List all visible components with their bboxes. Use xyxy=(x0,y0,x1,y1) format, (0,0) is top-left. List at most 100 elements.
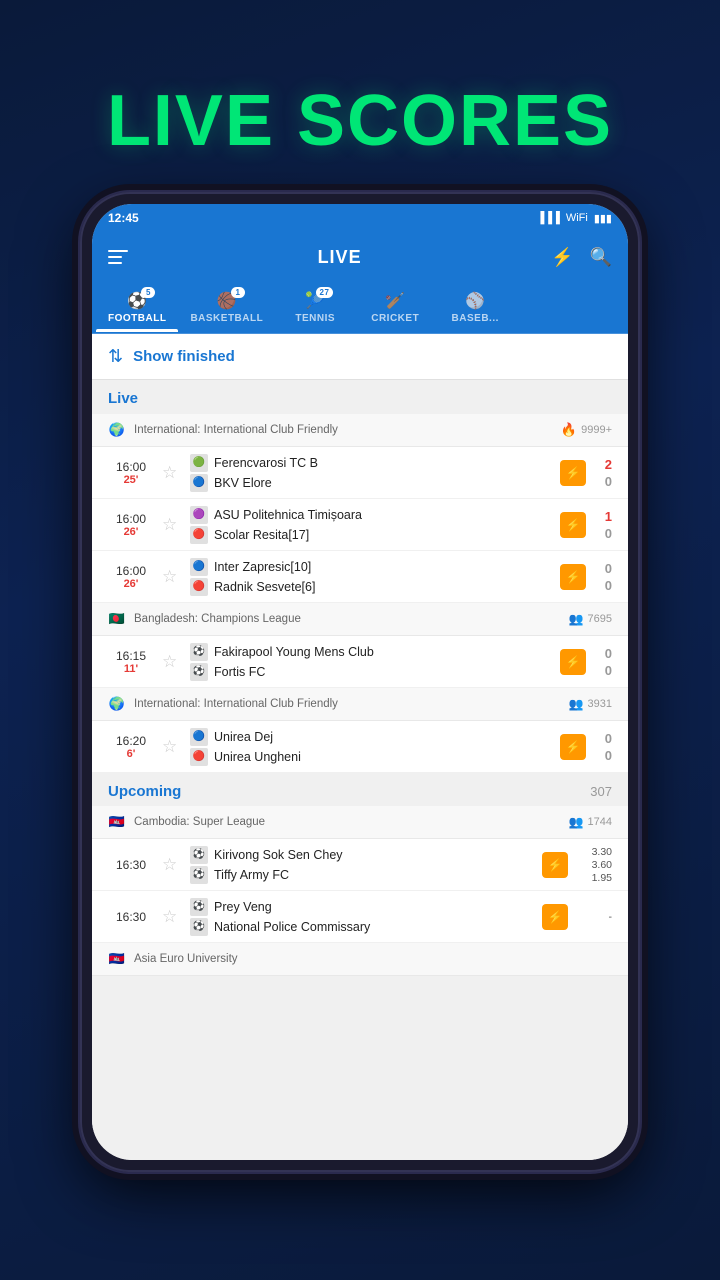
match-time: 16:00 26' xyxy=(108,564,154,590)
match-time: 16:15 11' xyxy=(108,649,154,675)
odds-button[interactable]: ⚡ xyxy=(542,904,568,930)
odds-button[interactable]: ⚡ xyxy=(542,852,568,878)
match-row[interactable]: 16:30 ☆ ⚽ Prey Veng ⚽ National Police Co… xyxy=(92,891,628,943)
league-info: 🇧🇩 Bangladesh: Champions League xyxy=(108,610,301,628)
league-info: 🇰🇭 Cambodia: Super League xyxy=(108,813,265,831)
sports-tabs: ⚽ 5 FOOTBALL 🏀 1 BASKETBALL 🎾 27 xyxy=(92,282,628,334)
team-name: Unirea Dej xyxy=(214,730,273,744)
match-row[interactable]: 16:15 11' ☆ ⚽ Fakirapool Young Mens Club… xyxy=(92,636,628,688)
score-away: 0 xyxy=(605,663,612,678)
match-actions: ⚡ xyxy=(560,734,586,760)
content-area[interactable]: ⇅ Show finished Live 🌍 International: In… xyxy=(92,334,628,1160)
show-finished-label: Show finished xyxy=(133,348,235,365)
team-name: Prey Veng xyxy=(214,900,272,914)
team-logo: ⚽ xyxy=(190,663,208,681)
status-time: 12:45 xyxy=(108,211,139,225)
team-logo: ⚽ xyxy=(190,846,208,864)
search-icon[interactable]: 🔍 xyxy=(590,247,612,268)
score-group: 0 0 xyxy=(594,561,612,593)
league-row-cambodia: 🇰🇭 Cambodia: Super League 👥 1744 xyxy=(92,806,628,839)
tab-basketball[interactable]: 🏀 1 BASKETBALL xyxy=(178,287,275,328)
match-time: 16:00 25' xyxy=(108,460,154,486)
league-row-bangladesh: 🇧🇩 Bangladesh: Champions League 👥 7695 xyxy=(92,603,628,636)
phone-wrapper: 12:45 ▐▐▐ WiFi ▮▮▮ LIVE ⚡ 🔍 xyxy=(80,192,640,1172)
odds-draw: 3.60 xyxy=(592,859,612,871)
teams-column: 🟢 Ferencvarosi TC B 🔵 BKV Elore xyxy=(190,454,552,492)
favorite-star[interactable]: ☆ xyxy=(162,737,182,757)
status-icons: ▐▐▐ WiFi ▮▮▮ xyxy=(536,212,612,225)
match-time: 16:20 6' xyxy=(108,734,154,760)
odds-button[interactable]: ⚡ xyxy=(560,564,586,590)
score-home: 0 xyxy=(605,731,612,746)
team-logo: 🔴 xyxy=(190,578,208,596)
team-logo: ⚽ xyxy=(190,898,208,916)
favorite-star[interactable]: ☆ xyxy=(162,855,182,875)
team-logo: 🔵 xyxy=(190,474,208,492)
odds-home: 3.30 xyxy=(592,846,612,858)
status-bar: 12:45 ▐▐▐ WiFi ▮▮▮ xyxy=(92,204,628,232)
top-bar: LIVE ⚡ 🔍 xyxy=(92,232,628,282)
match-row[interactable]: 16:00 26' ☆ 🔵 Inter Zapresic[10] 🔴 Radni… xyxy=(92,551,628,603)
tab-football[interactable]: ⚽ 5 FOOTBALL xyxy=(96,287,178,328)
tab-tennis-label: TENNIS xyxy=(295,313,335,324)
odds-button[interactable]: ⚡ xyxy=(560,460,586,486)
league-name: Cambodia: Super League xyxy=(134,816,265,828)
upcoming-section-title: Upcoming xyxy=(108,783,181,800)
match-actions: ⚡ xyxy=(560,649,586,675)
match-row[interactable]: 16:00 25' ☆ 🟢 Ferencvarosi TC B 🔵 BKV El… xyxy=(92,447,628,499)
score-away: 0 xyxy=(605,474,612,489)
match-row[interactable]: 16:30 ☆ ⚽ Kirivong Sok Sen Chey ⚽ Tiffy … xyxy=(92,839,628,891)
viewers-icon: 👥 xyxy=(569,612,584,626)
viewers-icon: 👥 xyxy=(569,815,584,829)
favorite-star[interactable]: ☆ xyxy=(162,652,182,672)
football-badge: 5 xyxy=(141,287,155,298)
match-actions: ⚡ xyxy=(542,852,568,878)
match-time: 16:30 xyxy=(108,858,154,872)
show-finished-bar[interactable]: ⇅ Show finished xyxy=(92,334,628,380)
team-logo: 🔴 xyxy=(190,526,208,544)
favorite-star[interactable]: ☆ xyxy=(162,907,182,927)
league-row-intl-friendly2: 🌍 International: International Club Frie… xyxy=(92,688,628,721)
score-home: 0 xyxy=(605,646,612,661)
team-logo: 🔴 xyxy=(190,748,208,766)
team-name: Tiffy Army FC xyxy=(214,868,289,882)
score-group: 2 0 xyxy=(594,457,612,489)
favorite-star[interactable]: ☆ xyxy=(162,567,182,587)
score-away: 0 xyxy=(605,748,612,763)
team-name: Fakirapool Young Mens Club xyxy=(214,645,374,659)
toggle-icon: ⇅ xyxy=(108,346,123,367)
odds-button[interactable]: ⚡ xyxy=(560,512,586,538)
favorite-star[interactable]: ☆ xyxy=(162,463,182,483)
top-bar-title: LIVE xyxy=(318,247,362,268)
team-name: Scolar Resita[17] xyxy=(214,528,309,542)
tab-tennis[interactable]: 🎾 27 TENNIS xyxy=(275,287,355,328)
teams-column: 🔵 Unirea Dej 🔴 Unirea Ungheni xyxy=(190,728,552,766)
score-home: 0 xyxy=(605,561,612,576)
menu-icon[interactable] xyxy=(108,250,128,264)
match-row[interactable]: 16:00 26' ☆ 🟣 ASU Politehnica Timișoara … xyxy=(92,499,628,551)
favorite-star[interactable]: ☆ xyxy=(162,515,182,535)
team-logo: ⚽ xyxy=(190,643,208,661)
phone-frame: 12:45 ▐▐▐ WiFi ▮▮▮ LIVE ⚡ 🔍 xyxy=(80,192,640,1172)
filter-icon[interactable]: ⚡ xyxy=(551,247,573,268)
odds-button[interactable]: ⚡ xyxy=(560,734,586,760)
team-name: ASU Politehnica Timișoara xyxy=(214,508,362,522)
tab-football-label: FOOTBALL xyxy=(108,313,166,324)
teams-column: 🔵 Inter Zapresic[10] 🔴 Radnik Sesvete[6] xyxy=(190,558,552,596)
league-info: 🇰🇭 Asia Euro University xyxy=(108,950,238,968)
odds-button[interactable]: ⚡ xyxy=(560,649,586,675)
tennis-badge: 27 xyxy=(316,287,334,298)
league-info: 🌍 International: International Club Frie… xyxy=(108,421,338,439)
league-flag: 🌍 xyxy=(108,695,126,713)
team-logo: 🟢 xyxy=(190,454,208,472)
tab-cricket-label: CRICKET xyxy=(371,313,419,324)
league-viewers: 👥 3931 xyxy=(569,697,612,711)
tab-cricket[interactable]: 🏏 CRICKET xyxy=(355,287,435,328)
tab-baseball-label: BASEB... xyxy=(452,313,499,324)
viewers-icon: 👥 xyxy=(569,697,584,711)
league-name: International: International Club Friend… xyxy=(134,424,338,436)
score-away: 0 xyxy=(605,578,612,593)
viewers-count: 1744 xyxy=(588,816,612,828)
match-row[interactable]: 16:20 6' ☆ 🔵 Unirea Dej 🔴 Unirea Ungheni xyxy=(92,721,628,773)
tab-baseball[interactable]: ⚾ BASEB... xyxy=(435,287,515,328)
